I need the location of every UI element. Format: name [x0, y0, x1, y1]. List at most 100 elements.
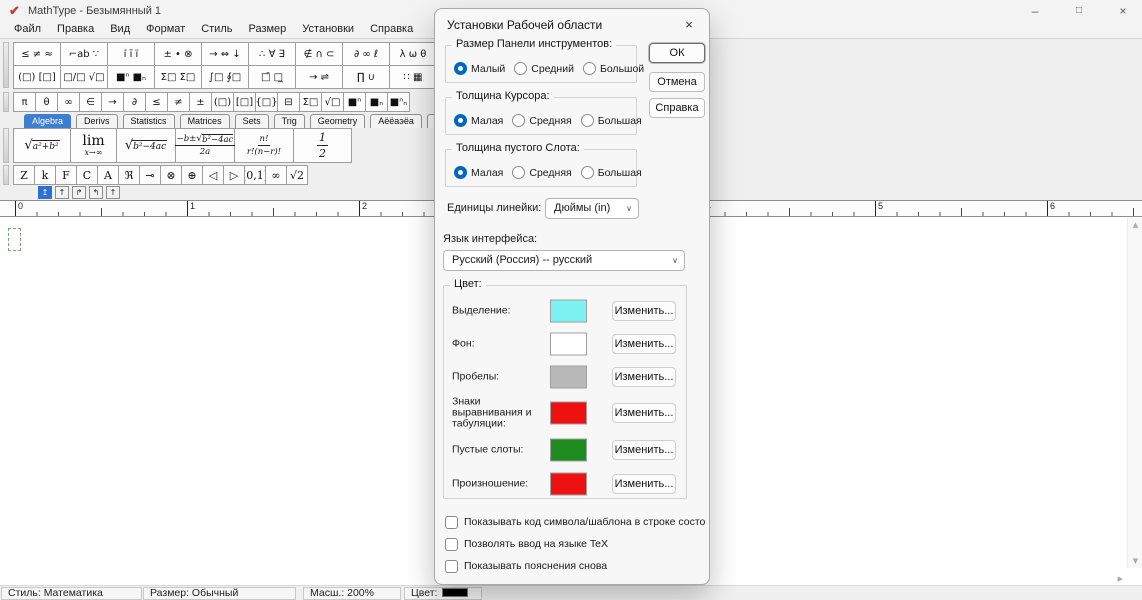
template-palette-button[interactable]: □̄ □̲: [249, 66, 295, 88]
radio-label[interactable]: Большая: [598, 115, 642, 127]
category-tab[interactable]: Algebra: [24, 114, 72, 128]
user-symbol-button[interactable]: ⊗: [161, 166, 181, 184]
radio-label[interactable]: Большая: [598, 167, 642, 179]
small-symbol-button[interactable]: ■ⁿₙ: [388, 93, 409, 111]
menu-item[interactable]: Стиль: [193, 22, 240, 38]
help-button[interactable]: Справка: [649, 98, 705, 118]
symbol-palette-button[interactable]: → ⇔ ↓: [202, 43, 248, 65]
radio-label[interactable]: Средняя: [529, 115, 571, 127]
radio-slot-thin[interactable]: [454, 166, 467, 179]
change-color-button[interactable]: Изменить...: [612, 473, 676, 494]
template-palette-button[interactable]: ∷ ▦: [390, 66, 436, 88]
category-tab[interactable]: Аёёаэёа: [370, 114, 422, 128]
symbol-palette-button[interactable]: ∉ ∩ ⊂: [296, 43, 342, 65]
user-symbol-button[interactable]: [0,1]: [245, 166, 265, 184]
category-tab[interactable]: Trig: [273, 114, 305, 128]
checkbox-label[interactable]: Показывать код символа/шаблона в строке …: [464, 516, 705, 528]
scroll-up-icon[interactable]: ▲: [1128, 221, 1142, 229]
small-symbol-button[interactable]: →: [102, 93, 123, 111]
category-tab[interactable]: Matrices: [179, 114, 230, 128]
radio-cursor-thin[interactable]: [454, 114, 467, 127]
change-color-button[interactable]: Изменить...: [612, 402, 676, 423]
checkbox-label[interactable]: Показывать пояснения снова: [464, 560, 607, 572]
small-symbol-button[interactable]: ■ₙ: [366, 93, 387, 111]
symbol-palette-button[interactable]: ± • ⊗: [155, 43, 201, 65]
checkbox[interactable]: [445, 559, 458, 573]
user-symbol-button[interactable]: ℜ: [119, 166, 139, 184]
category-tab[interactable]: Derivs: [76, 114, 118, 128]
dialog-close-icon[interactable]: ×: [678, 14, 700, 36]
radio-label[interactable]: Малая: [471, 115, 503, 127]
template-palette-button[interactable]: ■ⁿ ■ₙ: [108, 66, 154, 88]
menu-item[interactable]: Установки: [294, 22, 362, 38]
user-symbol-button[interactable]: ◁: [203, 166, 223, 184]
symbol-palette-button[interactable]: ∂ ∞ ℓ: [343, 43, 389, 65]
checkbox[interactable]: [445, 537, 458, 551]
template-palette-button[interactable]: ∫□ ∮□: [202, 66, 248, 88]
template-palette-button[interactable]: Σ□ Σ□: [155, 66, 201, 88]
menu-item[interactable]: Формат: [138, 22, 193, 38]
tab-stop-button[interactable]: ↰: [89, 186, 103, 199]
change-color-button[interactable]: Изменить...: [612, 366, 676, 387]
small-symbol-button[interactable]: ∂: [124, 93, 145, 111]
user-symbol-button[interactable]: C: [77, 166, 97, 184]
checkbox[interactable]: [445, 515, 458, 529]
menu-item[interactable]: Правка: [49, 22, 102, 38]
template-palette-button[interactable]: □/□ √□: [61, 66, 107, 88]
small-symbol-button[interactable]: ≠: [168, 93, 189, 111]
menu-item[interactable]: Справка: [362, 22, 421, 38]
small-symbol-button[interactable]: π: [14, 93, 35, 111]
user-symbol-button[interactable]: ∞: [266, 166, 286, 184]
template-binomial[interactable]: n! r!(n−r)!: [235, 129, 293, 162]
small-symbol-button[interactable]: [□]: [234, 93, 255, 111]
symbol-palette-button[interactable]: í ī ï: [108, 43, 154, 65]
tab-stop-button[interactable]: ↱: [72, 186, 86, 199]
menu-item[interactable]: Файл: [6, 22, 49, 38]
symbol-palette-button[interactable]: ⌐ab ∵: [61, 43, 107, 65]
user-symbol-button[interactable]: ▷: [224, 166, 244, 184]
template-quadratic-formula[interactable]: −b± √ b²−4ac 2a: [174, 129, 236, 162]
menu-item[interactable]: Вид: [102, 22, 138, 38]
interface-language-select[interactable]: Русский (Россия) -- русский ∨: [443, 250, 685, 271]
scroll-right-icon[interactable]: ▶: [1118, 575, 1123, 583]
symbol-palette-button[interactable]: λ ω θ: [390, 43, 436, 65]
template-palette-button[interactable]: → ⇌: [296, 66, 342, 88]
user-symbol-button[interactable]: ⊕: [182, 166, 202, 184]
radio-toolbar-medium[interactable]: [514, 62, 528, 75]
radio-slot-medium[interactable]: [512, 166, 526, 179]
radio-label[interactable]: Средний: [531, 63, 574, 75]
change-color-button[interactable]: Изменить...: [612, 439, 676, 460]
small-symbol-button[interactable]: ∈: [80, 93, 101, 111]
tab-stop-button[interactable]: ↑: [106, 186, 120, 199]
template-palette-button[interactable]: (□) [□]: [14, 66, 60, 88]
restore-button[interactable]: □: [1062, 1, 1096, 21]
radio-cursor-medium[interactable]: [512, 114, 526, 127]
template-one-half[interactable]: 1 2: [294, 129, 351, 162]
radio-label[interactable]: Малая: [471, 167, 503, 179]
category-tab[interactable]: Statistics: [122, 114, 175, 128]
category-tab[interactable]: Sets: [234, 114, 269, 128]
template-limit[interactable]: lim x→∞: [71, 129, 116, 162]
small-symbol-button[interactable]: (□): [212, 93, 233, 111]
cancel-button[interactable]: Отмена: [649, 72, 705, 92]
small-symbol-button[interactable]: ⊟: [278, 93, 299, 111]
close-button[interactable]: ×: [1106, 1, 1140, 21]
change-color-button[interactable]: Изменить...: [612, 333, 676, 354]
tab-stop-button[interactable]: ↥: [38, 186, 52, 199]
symbol-palette-button[interactable]: ∴ ∀ ∃: [249, 43, 295, 65]
small-symbol-button[interactable]: ∞: [58, 93, 79, 111]
change-color-button[interactable]: Изменить...: [612, 300, 676, 321]
checkbox-label[interactable]: Позволять ввод на языке TeX: [464, 538, 608, 550]
user-symbol-button[interactable]: √2: [287, 166, 307, 184]
user-symbol-button[interactable]: F: [56, 166, 76, 184]
user-symbol-button[interactable]: ⊸: [140, 166, 160, 184]
radio-slot-thick[interactable]: [580, 166, 594, 179]
radio-toolbar-large[interactable]: [582, 62, 596, 75]
vertical-scrollbar[interactable]: ▲ ▼: [1127, 218, 1142, 568]
small-symbol-button[interactable]: √□: [322, 93, 343, 111]
category-tab[interactable]: Geometry: [309, 114, 366, 128]
radio-cursor-thick[interactable]: [580, 114, 594, 127]
small-symbol-button[interactable]: Σ□: [300, 93, 321, 111]
tab-stop-button[interactable]: ↑: [55, 186, 69, 199]
user-symbol-button[interactable]: Z: [14, 166, 34, 184]
